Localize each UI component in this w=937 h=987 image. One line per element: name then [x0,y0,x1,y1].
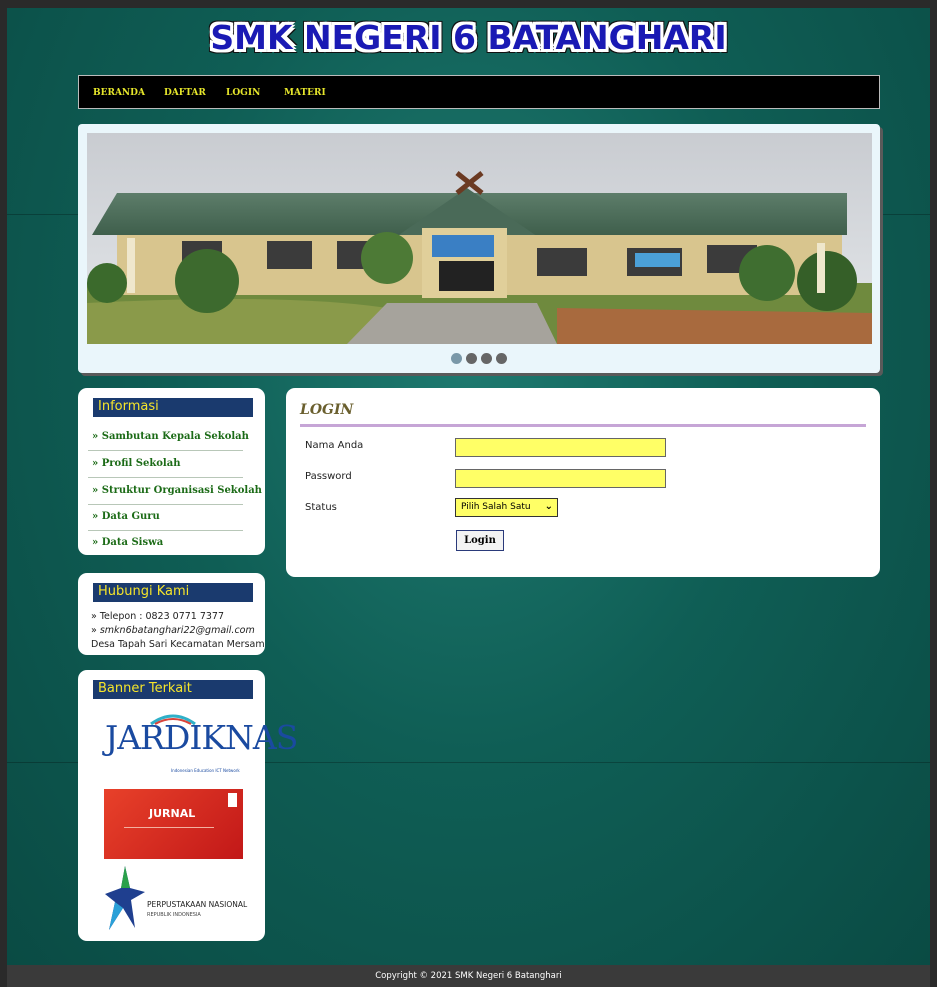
school-photo [87,133,872,344]
link-profil-sekolah[interactable]: » Profil Sekolah [92,458,180,469]
slider-pagination [78,353,880,364]
kontak-title: Hubungi Kami [98,584,190,599]
link-struktur-organisasi[interactable]: » Struktur Organisasi Sekolah [92,485,262,496]
jurnal-banner[interactable]: JURNAL [104,789,243,859]
status-selected-value: Pilih Salah Satu [461,502,531,512]
perpusnas-star-icon [105,866,145,930]
banner-heading: Banner Terkait [92,679,254,700]
divider [88,504,243,505]
password-label: Password [305,471,352,482]
jardiknas-subtitle: Indonesian Education ICT Network [171,768,240,773]
title-underline [300,424,866,427]
divider [88,450,243,451]
divider [88,477,243,478]
jurnal-divider [124,827,214,828]
main-navigation: BERANDA DAFTAR LOGIN MATERI [78,75,880,109]
footer: Copyright © 2021 SMK Negeri 6 Batanghari [0,965,937,987]
alamat-text: Desa Tapah Sari Kecamatan Mersam [91,639,265,650]
nama-label: Nama Anda [305,440,364,451]
slider-dot-4[interactable] [496,353,507,364]
copyright-text: Copyright © 2021 SMK Negeri 6 Batanghari [375,971,562,981]
nav-beranda[interactable]: BERANDA [93,88,145,98]
perpustakaan-banner[interactable]: PERPUSTAKAAN NASIONAL REPUBLIK INDONESIA [103,866,248,932]
password-input[interactable] [455,469,666,488]
telepon-text: » Telepon : 0823 0771 7377 [91,611,225,622]
link-data-siswa[interactable]: » Data Siswa [92,537,163,548]
divider [88,530,243,531]
chevron-down-icon: ⌄ [544,501,553,512]
school-building-photo [87,133,872,344]
nav-login[interactable]: LOGIN [226,88,260,98]
perpustakaan-text: PERPUSTAKAAN NASIONAL [147,900,248,909]
image-slider [78,124,880,373]
link-data-guru[interactable]: » Data Guru [92,511,160,522]
login-title: LOGIN [300,402,354,418]
site-title: SMK NEGERI 6 BATANGHARI [210,18,727,57]
banner-title: Banner Terkait [98,681,192,696]
link-sambutan-kepala-sekolah[interactable]: » Sambutan Kepala Sekolah [92,431,249,442]
jardiknas-text: JARDIKNAS [105,718,298,757]
email-prefix: » [91,625,100,636]
informasi-panel: Informasi » Sambutan Kepala Sekolah » Pr… [78,388,265,555]
jardiknas-banner[interactable]: JARDIKNAS Indonesian Education ICT Netwo… [103,710,298,778]
email-line: » smkn6batanghari22@gmail.com [91,625,255,636]
jurnal-text: JURNAL [149,807,196,820]
nav-daftar[interactable]: DAFTAR [164,88,206,98]
slider-dot-2[interactable] [466,353,477,364]
login-button[interactable]: Login [456,530,504,551]
banner-panel: Banner Terkait JARDIKNAS Indonesian Educ… [78,670,298,941]
slider-dot-3[interactable] [481,353,492,364]
nav-materi[interactable]: MATERI [284,88,326,98]
kontak-panel: Hubungi Kami » Telepon : 0823 0771 7377 … [78,573,265,655]
email-text: smkn6batanghari22@gmail.com [99,625,255,636]
nama-input[interactable] [455,438,666,457]
perpustakaan-subtitle: REPUBLIK INDONESIA [147,912,201,918]
status-label: Status [305,502,337,513]
slider-dot-1[interactable] [451,353,462,364]
status-select[interactable]: Pilih Salah Satu ⌄ [455,498,558,517]
informasi-heading: Informasi [92,397,254,418]
kontak-heading: Hubungi Kami [92,582,254,603]
document-icon [228,793,237,807]
login-panel: LOGIN Nama Anda Password Status Pilih Sa… [286,388,880,577]
informasi-title: Informasi [98,399,159,414]
